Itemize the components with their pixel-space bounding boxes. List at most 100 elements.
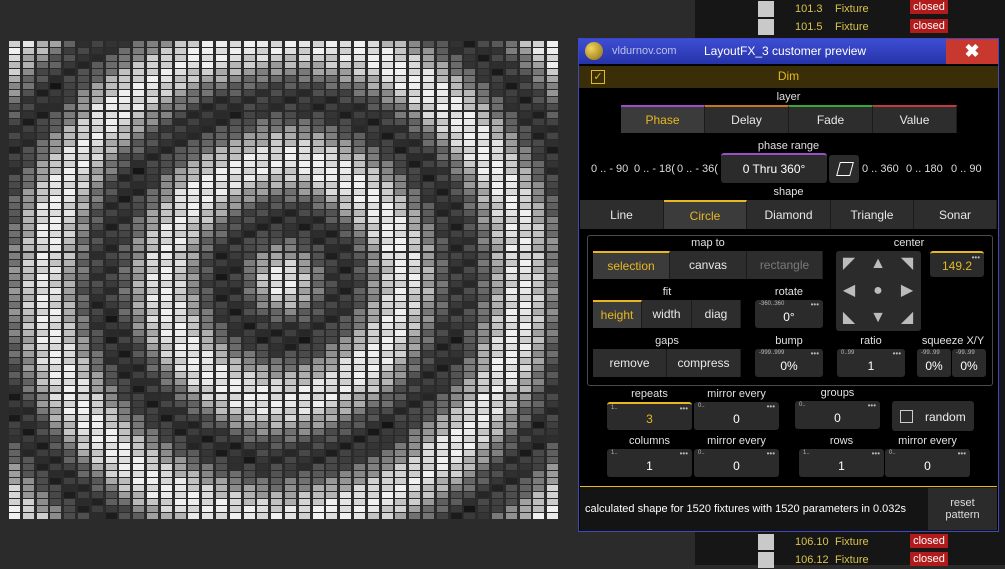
- center-dot-icon[interactable]: ●: [868, 281, 888, 301]
- arrow-down-left-icon[interactable]: ◣: [839, 308, 859, 328]
- fixture-cell: [91, 76, 103, 83]
- fixture-cell: [36, 217, 48, 224]
- arrow-down-icon[interactable]: ▼: [868, 308, 888, 328]
- fixture-cell: [91, 323, 103, 329]
- fixture-cell: [22, 442, 34, 449]
- columns-field[interactable]: 1.. ••• 1: [607, 449, 692, 477]
- fixture-cell: [298, 203, 310, 210]
- tab-height[interactable]: height: [593, 300, 642, 328]
- fixture-cell: [367, 449, 379, 456]
- fixture-cell: [409, 252, 421, 259]
- close-button[interactable]: ✖: [946, 39, 998, 64]
- fixture-cell: [271, 386, 283, 393]
- fixture-cell: [9, 471, 20, 478]
- tab-triangle[interactable]: Triangle: [831, 200, 914, 229]
- rotate-field[interactable]: -360..360 ••• 0°: [755, 300, 823, 328]
- tab-remove[interactable]: remove: [593, 349, 667, 377]
- fixture-row[interactable]: 101.5 Fixture: [755, 18, 915, 36]
- arrow-right-icon[interactable]: ▶: [897, 281, 917, 301]
- fixture-row[interactable]: 101.3 Fixture: [755, 0, 915, 18]
- fixture-cell: [423, 48, 434, 54]
- fixture-row[interactable]: 106.10 Fixture: [755, 533, 915, 551]
- phase-preset[interactable]: 0 .. - 90: [591, 163, 628, 175]
- fixture-cell: [50, 210, 62, 217]
- fixture-cell: [423, 62, 434, 69]
- phase-range-field[interactable]: 0 Thru 360°: [721, 153, 827, 183]
- arrow-left-icon[interactable]: ◀: [839, 281, 859, 301]
- tab-width[interactable]: width: [642, 300, 692, 328]
- tab-selection[interactable]: selection: [593, 251, 670, 279]
- fixture-cell: [133, 224, 145, 231]
- fixture-cell: [22, 393, 34, 400]
- tab-diamond[interactable]: Diamond: [747, 200, 831, 229]
- fixture-cell: [340, 301, 352, 308]
- tab-circle[interactable]: Circle: [664, 200, 747, 229]
- squeeze-y-field[interactable]: -99..99 0%: [952, 349, 986, 377]
- phase-preset[interactable]: 0 .. - 36(: [677, 163, 718, 175]
- fixture-cell: [78, 485, 89, 492]
- fixture-cell: [119, 308, 131, 315]
- tab-phase[interactable]: Phase: [621, 105, 705, 133]
- tab-fade[interactable]: Fade: [789, 105, 873, 133]
- tab-line[interactable]: Line: [580, 200, 664, 229]
- fixture-cell: [423, 210, 434, 217]
- phase-preset[interactable]: 0 .. 90: [951, 163, 982, 175]
- fixture-cell: [423, 492, 434, 499]
- mirror-every-field[interactable]: 0.. ••• 0: [694, 402, 779, 430]
- random-toggle[interactable]: random: [892, 401, 974, 431]
- tab-canvas[interactable]: canvas: [670, 251, 747, 279]
- fixture-cell: [243, 48, 255, 54]
- fixture-cell: [409, 506, 421, 513]
- reset-pattern-button[interactable]: reset pattern: [928, 488, 997, 530]
- fixture-cell: [395, 379, 407, 386]
- random-checkbox[interactable]: [900, 410, 913, 423]
- tab-diag[interactable]: diag: [692, 300, 741, 328]
- tab-rectangle[interactable]: rectangle: [747, 251, 823, 279]
- center-value-field[interactable]: ••• 149.2: [930, 251, 984, 277]
- fixture-cell: [326, 97, 338, 104]
- fixture-cell: [188, 189, 200, 195]
- dialog-title-bar[interactable]: vldurnov.com LayoutFX_3 customer preview…: [579, 39, 998, 64]
- arrow-up-right-icon[interactable]: ◥: [897, 254, 917, 274]
- bump-field[interactable]: -999..999 ••• 0%: [755, 349, 823, 377]
- fixture-cell: [174, 252, 186, 259]
- fixture-cell: [381, 337, 393, 344]
- squeeze-x-field[interactable]: -99..99 0%: [917, 349, 951, 377]
- tab-sonar[interactable]: Sonar: [914, 200, 997, 229]
- phase-preset[interactable]: 0 .. - 18(: [634, 163, 675, 175]
- fixture-cell: [36, 435, 48, 442]
- fixture-cell: [91, 337, 103, 344]
- arrow-up-icon[interactable]: ▲: [868, 254, 888, 274]
- phase-preset[interactable]: 0 .. 360: [862, 163, 899, 175]
- tab-value[interactable]: Value: [873, 105, 957, 133]
- dim-row[interactable]: ✓ Dim: [579, 66, 998, 88]
- mirror-every-rows-field[interactable]: 0.. ••• 0: [885, 449, 970, 477]
- phase-preset[interactable]: 0 .. 180: [906, 163, 943, 175]
- fixture-cell: [257, 174, 269, 181]
- fixture-cell: [492, 189, 503, 195]
- fixture-cell: [160, 69, 172, 76]
- tab-compress[interactable]: compress: [667, 349, 741, 377]
- fixture-cell: [202, 69, 214, 76]
- fixture-cell: [64, 139, 76, 146]
- swap-range-button[interactable]: [829, 155, 859, 183]
- rows-field[interactable]: 1.. ••• 1: [799, 449, 884, 477]
- groups-field[interactable]: 0.. ••• 0: [795, 401, 880, 429]
- fixture-cell: [505, 400, 517, 407]
- fixture-cell: [188, 337, 200, 344]
- ratio-field[interactable]: 0..99 ••• 1: [837, 349, 905, 377]
- fixture-cell: [340, 280, 352, 287]
- repeats-field[interactable]: 1.. ••• 3: [607, 402, 692, 430]
- fixture-cell: [160, 146, 172, 153]
- fixture-cell: [105, 315, 117, 322]
- arrow-down-right-icon[interactable]: ◢: [897, 308, 917, 328]
- fixture-cell: [409, 485, 421, 492]
- fixture-cell: [505, 393, 517, 400]
- mirror-every-columns-field[interactable]: 0.. ••• 0: [694, 449, 779, 477]
- tab-delay[interactable]: Delay: [705, 105, 789, 133]
- fixture-row[interactable]: 106.12 Fixture: [755, 551, 915, 569]
- arrow-up-left-icon[interactable]: ◤: [839, 254, 859, 274]
- fixture-cell: [188, 478, 200, 485]
- fixture-cell: [160, 301, 172, 308]
- fixture-cell: [64, 513, 76, 520]
